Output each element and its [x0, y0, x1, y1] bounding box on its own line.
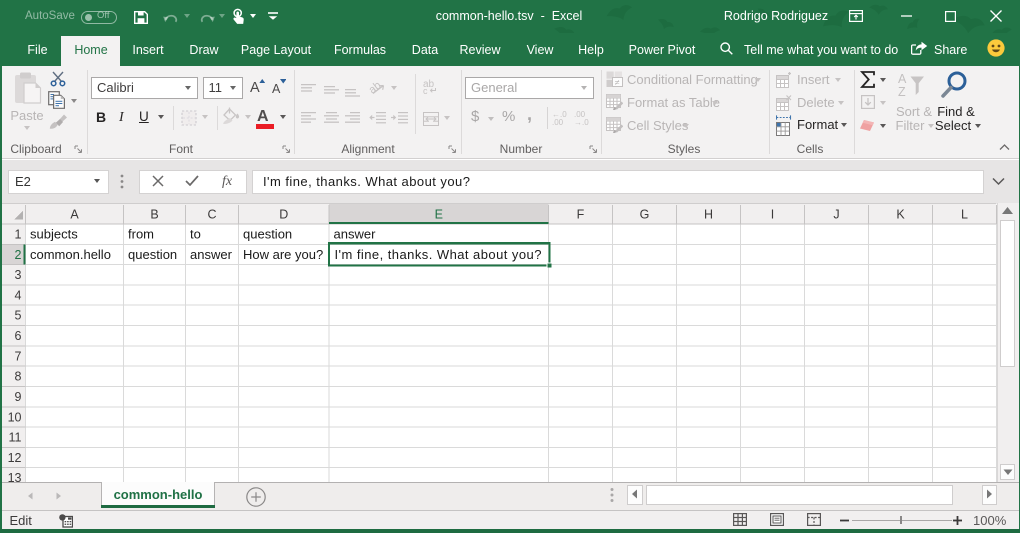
svg-text:12: 12: [8, 450, 22, 464]
svg-text:B: B: [150, 207, 158, 221]
svg-text:7: 7: [15, 349, 22, 363]
svg-text:.00: .00: [552, 118, 564, 125]
svg-text:How are you?: How are you?: [243, 246, 323, 261]
svg-text:4: 4: [15, 288, 22, 302]
svg-text:1: 1: [15, 227, 22, 241]
svg-text:c: c: [423, 86, 428, 94]
svg-text:G: G: [640, 207, 650, 221]
svg-text:E: E: [435, 207, 443, 221]
svg-text:8: 8: [15, 369, 22, 383]
svg-text:answer: answer: [334, 226, 377, 241]
svg-text:3: 3: [15, 268, 22, 282]
svg-text:F: F: [577, 207, 585, 221]
svg-text:to: to: [190, 226, 201, 241]
svg-text:Z: Z: [898, 85, 906, 99]
svg-text:H: H: [704, 207, 713, 221]
svg-text:A: A: [898, 72, 907, 86]
svg-text:question: question: [128, 246, 177, 261]
svg-text:L: L: [961, 207, 968, 221]
svg-text:D: D: [279, 207, 288, 221]
svg-text:13: 13: [8, 471, 22, 482]
svg-text:2: 2: [15, 247, 22, 261]
svg-text:11: 11: [9, 430, 22, 444]
svg-text:10: 10: [8, 410, 22, 424]
svg-text:K: K: [896, 207, 905, 221]
svg-text:from: from: [128, 226, 154, 241]
svg-text:A: A: [70, 207, 79, 221]
svg-text:6: 6: [15, 329, 22, 343]
svg-text:J: J: [833, 207, 839, 221]
svg-text:→.0: →.0: [574, 118, 589, 125]
svg-text:answer: answer: [190, 246, 233, 261]
svg-text:question: question: [243, 226, 292, 241]
svg-text:5: 5: [15, 308, 22, 322]
svg-text:I'm fine, thanks. What about y: I'm fine, thanks. What about you?: [335, 246, 542, 261]
svg-text:I: I: [771, 207, 774, 221]
svg-text:≠: ≠: [615, 77, 620, 87]
svg-text:common.hello: common.hello: [30, 246, 111, 261]
svg-text:9: 9: [15, 390, 22, 404]
svg-text:subjects: subjects: [30, 226, 78, 241]
svg-text:C: C: [207, 207, 216, 221]
